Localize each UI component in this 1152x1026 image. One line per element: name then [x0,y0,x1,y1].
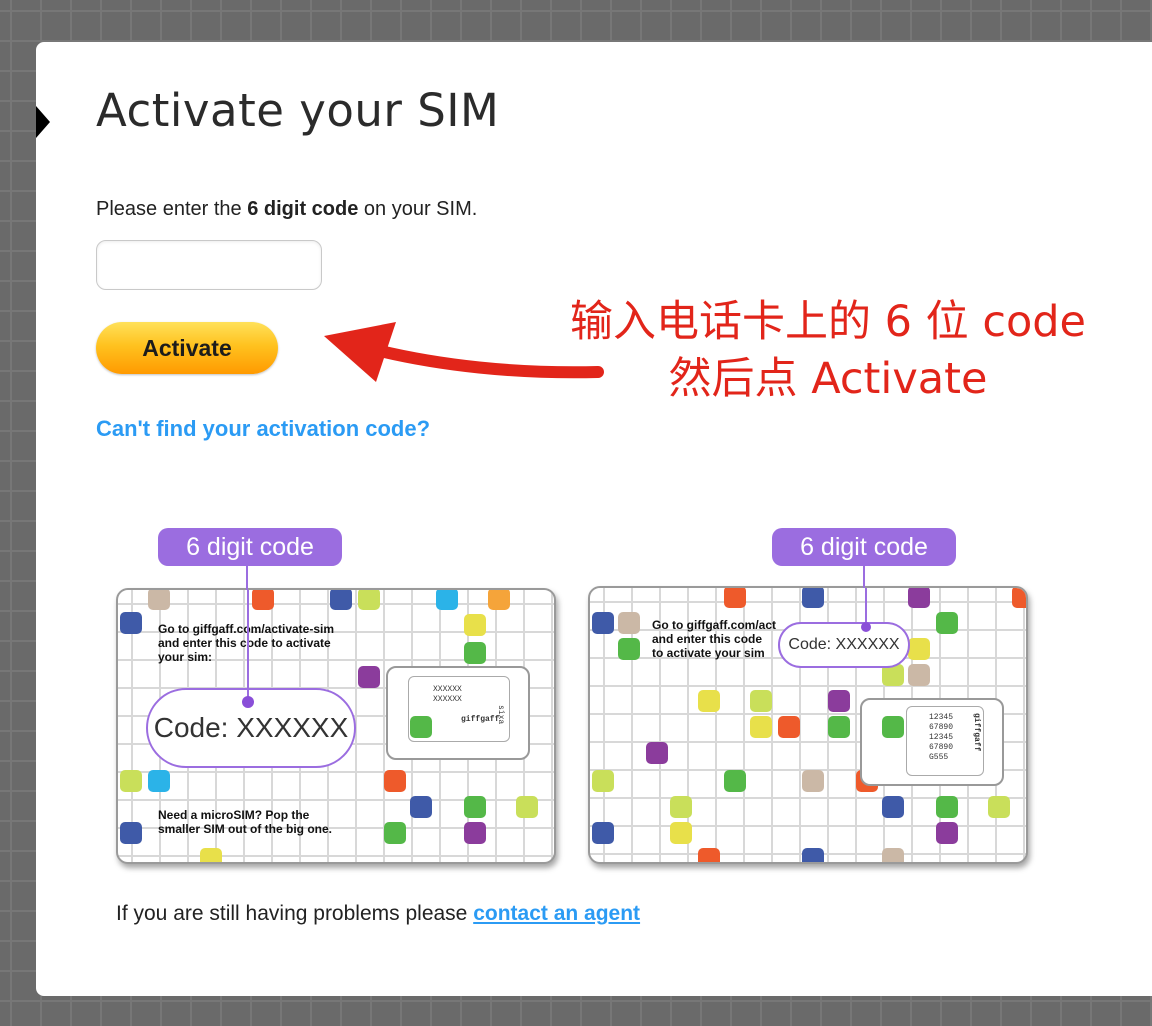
color-square [148,590,170,610]
help-prefix: If you are still having problems please [116,902,474,925]
color-square [464,822,486,844]
color-square [882,848,904,862]
color-square [120,612,142,634]
color-square [988,796,1010,818]
six-digit-label-right: 6 digit code [772,528,956,566]
color-square [464,614,486,636]
color-square [384,822,406,844]
card-line: Go to giffgaff.com/act [652,618,776,632]
color-square [436,590,458,610]
color-square [252,590,274,610]
chip-line: 67890 [929,743,954,752]
color-square [698,690,720,712]
color-square [936,612,958,634]
color-square [592,770,614,792]
color-square [882,796,904,818]
color-square [618,638,640,660]
color-square [882,716,904,738]
color-square [828,716,850,738]
color-square [698,848,720,862]
activate-button[interactable]: Activate [96,322,278,374]
six-digit-label-left: 6 digit code [158,528,342,566]
card-microsim-text: Need a microSIM? Pop the smaller SIM out… [158,808,332,836]
sim-code-input[interactable] [96,240,322,290]
chip-line: 12345 [929,713,954,722]
annotation: 输入电话卡上的 6 位 code 然后点 Activate [548,294,1108,408]
color-square [148,770,170,792]
color-square [646,742,668,764]
card-line: to activate your sim [652,646,765,660]
chip-lines: 12345 67890 12345 67890 G555 [929,713,953,763]
chip-line: 67890 [929,723,954,732]
instruction-suffix: on your SIM. [358,198,478,220]
sim-chip: 12345 67890 12345 67890 G555 giffgaff [906,706,984,776]
chip-line: XXXXXX [433,695,462,704]
color-square [750,716,772,738]
card-line: smaller SIM out of the big one. [158,822,333,836]
color-square [724,770,746,792]
color-square [802,770,824,792]
pointer-line [247,590,249,702]
color-square [908,638,930,660]
color-square [936,822,958,844]
color-square [488,590,510,610]
help-text: If you are still having problems please … [116,902,640,926]
color-square [1012,588,1026,608]
color-square [936,796,958,818]
chip-side-text: sixa [496,705,505,725]
color-square [724,588,746,608]
color-square [358,590,380,610]
card-line: Need a microSIM? Pop the [158,808,310,822]
color-square [384,770,406,792]
chip-brand: giffgaff [972,713,981,752]
color-square [670,822,692,844]
pointer-line [863,566,865,588]
chip-brand: giffgaff [461,715,500,724]
color-square [330,590,352,610]
pointer-line [246,566,248,590]
chip-line: 12345 [929,733,954,742]
annotation-line-2: 然后点 Activate [668,354,988,404]
color-square [828,690,850,712]
pointer-dot [242,696,254,708]
color-square [618,612,640,634]
color-square [464,796,486,818]
color-square [200,848,222,862]
color-square [670,796,692,818]
card-line: and enter this code [652,632,763,646]
page-title: Activate your SIM [96,84,500,137]
sim-card-illustration-right: Go to giffgaff.com/act and enter this co… [588,586,1028,864]
color-square [802,848,824,862]
card-instructions: Go to giffgaff.com/act and enter this co… [652,618,776,660]
color-square [464,642,486,664]
chip-line: XXXXXX [433,685,462,694]
color-square [358,666,380,688]
color-square [120,770,142,792]
color-square [592,612,614,634]
color-square [908,588,930,608]
color-square [120,822,142,844]
annotation-line-1: 输入电话卡上的 6 位 code [569,297,1087,347]
chip-lines: XXXXXX XXXXXX [433,685,462,705]
contact-agent-link[interactable]: contact an agent [473,902,640,925]
color-square [802,588,824,608]
sim-card-illustration-left: Go to giffgaff.com/activate-sim and ente… [116,588,556,864]
instruction-text: Please enter the 6 digit code on your SI… [96,198,477,221]
chip-line: G555 [929,753,949,762]
code-oval: Code: XXXXXX [778,622,910,668]
cant-find-code-link[interactable]: Can't find your activation code? [96,416,430,442]
instruction-prefix: Please enter the [96,198,248,220]
instruction-bold: 6 digit code [247,198,359,220]
color-square [410,796,432,818]
pointer-dot [861,622,871,632]
color-square [778,716,800,738]
color-square [410,716,432,738]
color-square [516,796,538,818]
color-square [750,690,772,712]
color-square [908,664,930,686]
color-square [592,822,614,844]
